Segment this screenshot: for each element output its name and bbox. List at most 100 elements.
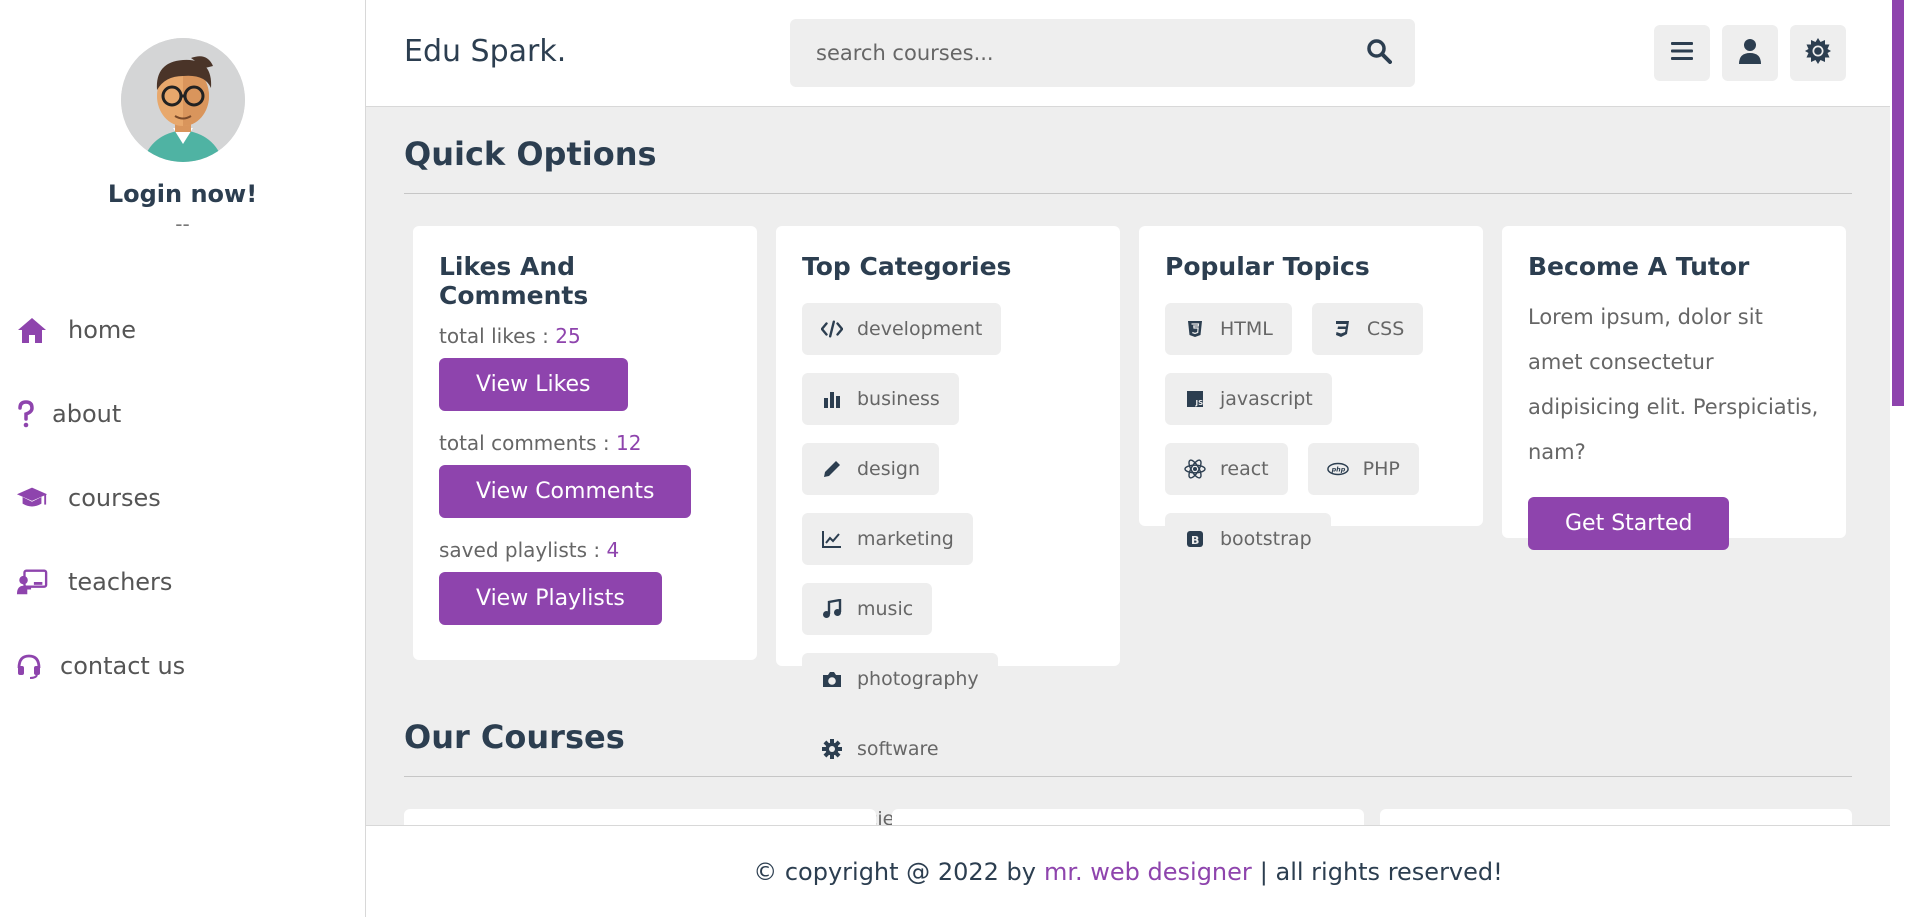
stat-label: saved playlists : [439, 538, 607, 562]
top-categories-card: Top Categories development business desi… [776, 226, 1120, 845]
tag-development[interactable]: development [802, 303, 1002, 355]
user-icon [1739, 38, 1761, 68]
tag-label: bootstrap [1220, 528, 1312, 550]
tag-label: design [857, 458, 921, 480]
divider [404, 193, 1852, 194]
react-icon [1184, 458, 1206, 480]
tag-business[interactable]: business [802, 373, 959, 425]
course-card [892, 809, 1364, 825]
card-title: Become A Tutor [1528, 252, 1750, 281]
php-icon: php [1326, 458, 1349, 480]
tag-label: PHP [1362, 458, 1400, 480]
html5-icon [1184, 318, 1206, 340]
tag-css[interactable]: CSS [1311, 303, 1424, 355]
footer-prefix: © copyright @ 2022 by [753, 857, 1036, 886]
tag-label: development [857, 318, 983, 340]
tag-music[interactable]: music [802, 583, 933, 635]
user-button[interactable] [1722, 25, 1778, 81]
likes-comments-card: Likes And Comments total likes : 25 View… [413, 226, 757, 660]
tag-label: javascript [1220, 388, 1313, 410]
stat-value: 25 [555, 324, 581, 348]
get-started-button[interactable]: Get Started [1528, 497, 1730, 550]
tag-label: marketing [857, 528, 954, 550]
tag-label: HTML [1220, 318, 1273, 340]
sidebar-item-label: about [52, 400, 122, 428]
tag-label: photography [857, 668, 979, 690]
pen-icon [821, 458, 843, 480]
sidebar-nav: home about courses teachers contact us [0, 288, 365, 708]
menu-button[interactable] [1654, 25, 1710, 81]
sidebar-item-label: home [68, 316, 137, 344]
code-icon [821, 318, 843, 340]
logo[interactable]: Edu Spark. [404, 34, 566, 69]
sidebar-item-label: contact us [60, 652, 186, 680]
tag-javascript[interactable]: JS javascript [1165, 373, 1332, 425]
home-icon [16, 314, 48, 346]
menu-icon [1671, 41, 1693, 65]
our-courses-title: Our Courses [404, 718, 625, 756]
tag-label: music [857, 598, 914, 620]
tag-label: CSS [1366, 318, 1405, 340]
tag-software[interactable]: software [802, 723, 958, 775]
saved-playlists: saved playlists : 4 [439, 538, 731, 562]
svg-text:JS: JS [1195, 399, 1204, 407]
tag-design[interactable]: design [802, 443, 940, 495]
card-title: Top Categories [802, 252, 1012, 281]
view-likes-button[interactable]: View Likes [439, 358, 628, 411]
tag-bootstrap[interactable]: B bootstrap [1165, 513, 1331, 565]
avatar [120, 38, 245, 162]
search-button[interactable] [1343, 19, 1415, 87]
card-title: Likes And Comments [439, 252, 589, 310]
graduation-cap-icon [16, 482, 48, 514]
stat-value: 12 [615, 431, 642, 455]
tutor-description: Lorem ipsum, dolor sit amet consectetur … [1528, 305, 1819, 464]
tag-label: business [857, 388, 940, 410]
js-icon: JS [1184, 388, 1206, 410]
footer-suffix: | all rights reserved! [1259, 857, 1503, 886]
main-content: Quick Options Likes And Comments total l… [366, 107, 1890, 845]
cog-icon [821, 738, 843, 760]
scrollbar-thumb[interactable] [1892, 0, 1904, 406]
bar-chart-icon [821, 388, 843, 410]
view-playlists-button[interactable]: View Playlists [439, 572, 662, 625]
topic-tags: HTML CSS JS javascript react php PHP B b… [1165, 303, 1457, 565]
profile-role: -- [175, 212, 190, 236]
tag-html[interactable]: HTML [1165, 303, 1292, 355]
tag-php[interactable]: php PHP [1307, 443, 1419, 495]
chalkboard-teacher-icon [16, 566, 48, 598]
sidebar-item-home[interactable]: home [0, 288, 365, 372]
header-buttons [1654, 25, 1846, 81]
sidebar-item-teachers[interactable]: teachers [0, 540, 365, 624]
view-comments-button[interactable]: View Comments [439, 465, 692, 518]
stat-value: 4 [606, 538, 620, 562]
sun-icon [1804, 37, 1832, 69]
sidebar: Login now! -- home about courses teacher… [0, 0, 366, 917]
scrollbar[interactable] [1890, 0, 1906, 917]
become-tutor-card: Become A Tutor Lorem ipsum, dolor sit am… [1502, 226, 1846, 550]
tag-photography[interactable]: photography [802, 653, 998, 705]
popular-topics-card: Popular Topics HTML CSS JS javascript re… [1139, 226, 1483, 565]
header: Edu Spark. [366, 0, 1890, 107]
total-comments: total comments : 12 [439, 431, 731, 455]
sidebar-item-about[interactable]: about [0, 372, 365, 456]
profile: Login now! -- [0, 0, 365, 236]
stat-label: total comments : [439, 431, 616, 455]
tag-react[interactable]: react [1165, 443, 1288, 495]
tag-marketing[interactable]: marketing [802, 513, 973, 565]
theme-toggle-button[interactable] [1790, 25, 1846, 81]
footer: © copyright @ 2022 by mr. web designer |… [366, 825, 1890, 917]
sidebar-item-contact[interactable]: contact us [0, 624, 365, 708]
stat-label: total likes : [439, 324, 556, 348]
headset-icon [16, 650, 42, 682]
svg-text:B: B [1191, 534, 1199, 547]
quick-options-title: Quick Options [404, 135, 657, 173]
sidebar-item-courses[interactable]: courses [0, 456, 365, 540]
sidebar-item-label: teachers [68, 568, 173, 596]
svg-text:php: php [1330, 466, 1345, 474]
question-icon [16, 398, 36, 430]
footer-author-link[interactable]: mr. web designer [1044, 858, 1252, 886]
css3-icon [1331, 318, 1353, 340]
profile-name: Login now! [107, 180, 258, 208]
camera-icon [821, 668, 843, 690]
search-input[interactable] [790, 19, 1343, 87]
